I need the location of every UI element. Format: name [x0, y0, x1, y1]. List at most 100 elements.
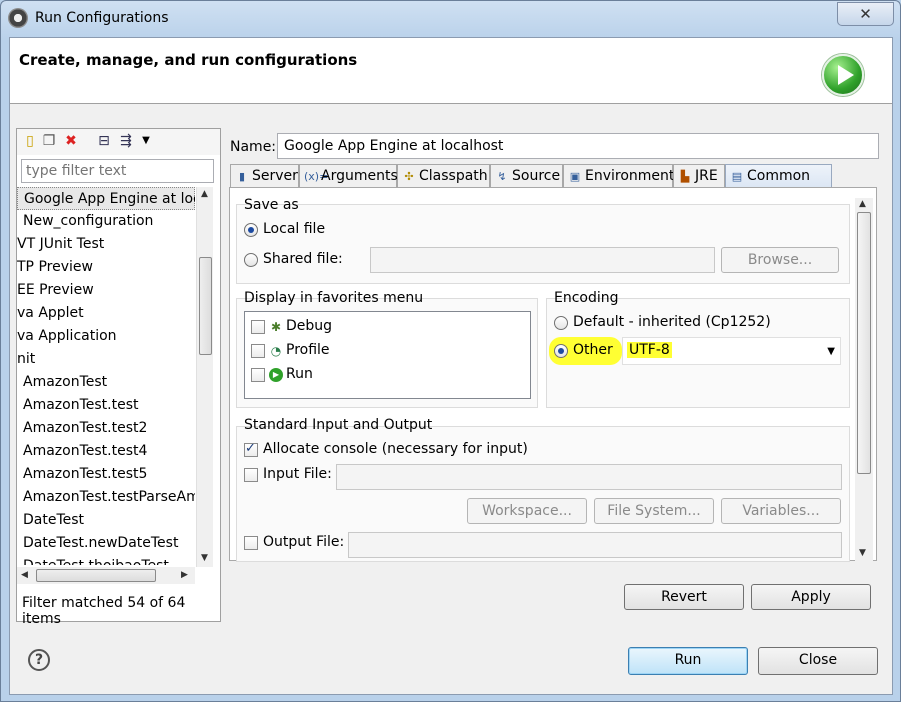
local-file-label: Local file: [263, 221, 326, 237]
filter-icon[interactable]: ⇶: [118, 133, 134, 149]
run-checkbox[interactable]: [251, 368, 265, 382]
tree-item[interactable]: DateTest.newDateTest: [23, 532, 178, 555]
run-button[interactable]: Run: [628, 647, 748, 675]
tree-item[interactable]: AmazonTest.test5: [23, 463, 147, 486]
tree-horizontal-scrollbar[interactable]: ◀ ▶: [17, 567, 195, 584]
tree-item[interactable]: nit: [17, 348, 35, 371]
tree-item[interactable]: AmazonTest.test2: [23, 417, 147, 440]
other-encoding-radio[interactable]: [554, 344, 568, 358]
chevron-down-icon[interactable]: ▼: [827, 346, 835, 357]
profile-icon: ◔: [270, 344, 282, 358]
tree-item[interactable]: VT JUnit Test: [17, 233, 104, 256]
content-vertical-scrollbar[interactable]: ▲ ▼: [855, 198, 873, 562]
content-scroll-thumb[interactable]: [857, 212, 871, 474]
standard-io-title: Standard Input and Output: [244, 417, 433, 433]
tree-item[interactable]: AmazonTest: [23, 371, 107, 394]
tree-item[interactable]: AmazonTest.testParseAma: [23, 486, 195, 509]
tree-vertical-scrollbar[interactable]: ▲ ▼: [196, 187, 213, 567]
encoding-title: Encoding: [554, 290, 619, 306]
scroll-up-icon[interactable]: ▲: [201, 189, 208, 199]
tree-item[interactable]: Google App Engine at loc: [17, 187, 195, 210]
default-encoding-radio[interactable]: [554, 316, 568, 330]
tab-common[interactable]: ▤ Common: [725, 164, 832, 188]
debug-icon: ✱: [270, 320, 282, 334]
allocate-console-checkbox[interactable]: [244, 441, 258, 457]
default-encoding-label: Default - inherited (Cp1252): [573, 314, 771, 330]
favorites-list: ✱ Debug ◔ Profile ▶ Run: [244, 311, 531, 399]
scroll-up-icon[interactable]: ▲: [859, 199, 866, 209]
apply-button[interactable]: Apply: [751, 584, 871, 610]
tree-item[interactable]: EE Preview: [17, 279, 94, 302]
tab-environment[interactable]: ▣ Environment: [563, 164, 674, 188]
encoding-select[interactable]: UTF-8 ▼: [622, 337, 841, 365]
tree-item[interactable]: va Applet: [17, 302, 84, 325]
favorite-item-profile: Profile: [286, 342, 330, 358]
shared-file-input[interactable]: [370, 247, 715, 273]
output-file-label: Output File:: [263, 534, 345, 550]
name-label: Name:: [230, 139, 277, 155]
scroll-down-icon[interactable]: ▼: [201, 553, 208, 563]
scroll-left-icon[interactable]: ◀: [21, 570, 28, 580]
environment-icon: ▣: [569, 170, 581, 183]
scroll-down-icon[interactable]: ▼: [859, 548, 866, 558]
tree-hscroll-thumb[interactable]: [36, 569, 156, 582]
workspace-button[interactable]: Workspace...: [467, 498, 587, 524]
duplicate-icon[interactable]: ❐: [41, 133, 57, 149]
favorite-item-run: Run: [286, 366, 313, 382]
classpath-icon: ✣: [404, 170, 414, 183]
variables-button[interactable]: Variables...: [721, 498, 841, 524]
help-icon[interactable]: ?: [28, 649, 50, 671]
revert-button[interactable]: Revert: [624, 584, 744, 610]
tree-item[interactable]: DateTest: [23, 509, 84, 532]
window-title: Run Configurations: [35, 10, 169, 26]
debug-checkbox[interactable]: [251, 320, 265, 334]
tab-jre[interactable]: ▙ JRE: [673, 164, 725, 188]
local-file-radio[interactable]: [244, 223, 258, 237]
profile-checkbox[interactable]: [251, 344, 265, 358]
filter-status: Filter matched 54 of 64 items: [22, 595, 186, 627]
configuration-name-input[interactable]: [277, 133, 879, 159]
tree-item[interactable]: AmazonTest.test: [23, 394, 139, 417]
configuration-tree: Google App Engine at loc New_configurati…: [17, 187, 195, 565]
input-file-checkbox[interactable]: [244, 468, 258, 482]
filter-input[interactable]: [21, 159, 214, 183]
save-as-title: Save as: [244, 197, 299, 213]
header-banner: Create, manage, and run configurations: [10, 38, 892, 104]
collapse-all-icon[interactable]: ⊟: [96, 133, 112, 149]
input-file-label: Input File:: [263, 466, 332, 482]
common-icon: ▤: [731, 170, 743, 183]
tree-item[interactable]: New_configuration: [23, 210, 153, 233]
tree-item[interactable]: DateTest.thoibaoTest: [23, 555, 169, 565]
title-bar: Run Configurations ✕: [1, 1, 900, 37]
server-icon: ▮: [238, 170, 246, 183]
dropdown-icon[interactable]: ▼: [138, 133, 154, 149]
browse-button[interactable]: Browse...: [721, 247, 839, 273]
other-encoding-label: Other: [573, 342, 613, 358]
scroll-right-icon[interactable]: ▶: [181, 570, 188, 580]
config-toolbar: ▯ ❐ ✖ ⊟ ⇶ ▼: [17, 129, 220, 155]
tree-scroll-thumb[interactable]: [199, 257, 212, 355]
new-config-icon[interactable]: ▯: [22, 133, 38, 149]
close-button[interactable]: Close: [758, 647, 878, 675]
configuration-list-panel: ▯ ❐ ✖ ⊟ ⇶ ▼ Google App Engine at loc New…: [16, 128, 221, 627]
delete-icon[interactable]: ✖: [63, 133, 79, 149]
tree-item[interactable]: AmazonTest.test4: [23, 440, 147, 463]
tab-source[interactable]: ↯ Source: [490, 164, 563, 188]
shared-file-radio[interactable]: [244, 253, 258, 267]
run-icon: [822, 54, 864, 96]
input-file-field[interactable]: [336, 464, 842, 490]
output-file-checkbox[interactable]: [244, 536, 258, 550]
run-configurations-window: Run Configurations ✕ Create, manage, and…: [0, 0, 901, 702]
favorites-title: Display in favorites menu: [244, 290, 424, 306]
tab-arguments[interactable]: (x)=Arguments: [299, 164, 398, 188]
tree-item[interactable]: TP Preview: [17, 256, 93, 279]
tab-server[interactable]: ▮ Server: [230, 164, 299, 188]
tree-item[interactable]: va Application: [17, 325, 117, 348]
output-file-field[interactable]: [348, 532, 842, 558]
shared-file-label: Shared file:: [263, 251, 343, 267]
file-system-button[interactable]: File System...: [594, 498, 714, 524]
tab-classpath[interactable]: ✣ Classpath: [397, 164, 490, 188]
allocate-console-label: Allocate console (necessary for input): [263, 441, 528, 457]
window-close-button[interactable]: ✕: [837, 2, 894, 26]
jre-icon: ▙: [680, 170, 690, 183]
